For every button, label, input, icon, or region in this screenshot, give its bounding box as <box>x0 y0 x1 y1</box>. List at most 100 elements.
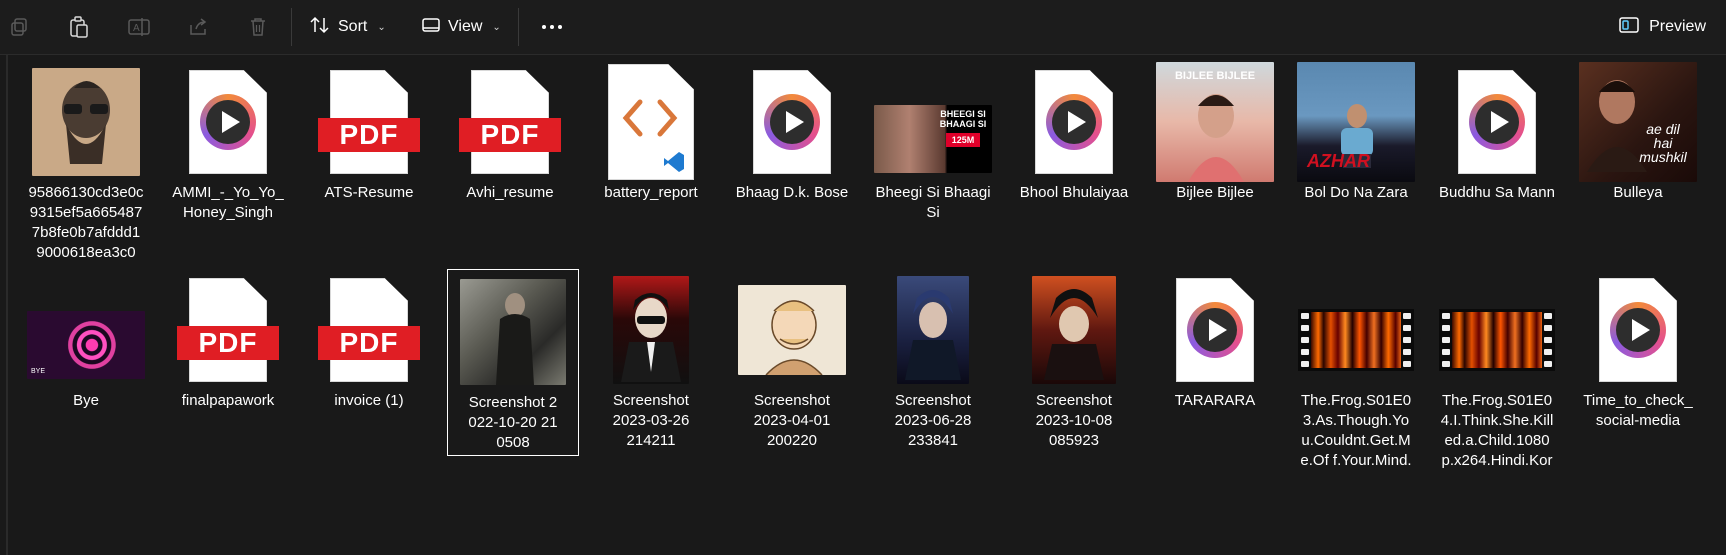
file-thumbnail: BIJLEE BIJLEE <box>1156 60 1274 184</box>
file-thumbnail: AZHAR <box>1297 60 1415 184</box>
preview-pane-button[interactable]: Preview <box>1619 10 1706 44</box>
file-name: Bhaag D.k. Bose <box>735 184 849 201</box>
file-name: Bheegi Si Bhaagi Si <box>875 184 991 221</box>
file-name: battery_report <box>604 184 698 201</box>
command-bar: A Sort ⌄ View ⌄ Preview <box>0 0 1726 55</box>
file-name: The.Frog.S01E04.I.Think.She.Killed.a.Chi… <box>1440 392 1554 469</box>
sort-label: Sort <box>338 18 368 35</box>
rename-icon[interactable]: A <box>124 12 154 42</box>
svg-text:A: A <box>133 23 140 34</box>
audio-file-icon <box>1438 60 1556 184</box>
file-item[interactable]: ae dil hai mushkil Bulleya <box>1579 60 1697 203</box>
file-item[interactable]: PDF Avhi_resume <box>451 60 569 203</box>
audio-file-icon <box>733 60 851 184</box>
file-thumbnail <box>27 60 145 184</box>
copy-icon[interactable] <box>4 12 34 42</box>
file-thumbnail: ae dil hai mushkil <box>1579 60 1697 184</box>
file-name: Screenshot 2023-10-08 085923 <box>1035 392 1113 449</box>
file-thumbnail: BHEEGI SI BHAAGI SI 125M <box>874 60 992 184</box>
view-icon <box>422 17 440 38</box>
file-item[interactable]: Buddhu Sa Mann <box>1438 60 1556 203</box>
file-item[interactable]: 95866130cd3e0c9315ef5a6654877b8fe0b7afdd… <box>27 60 145 263</box>
file-thumbnail: BYE <box>27 268 145 392</box>
pdf-badge: PDF <box>318 326 420 360</box>
pdf-badge: PDF <box>318 118 420 152</box>
file-item-selected[interactable]: Screenshot 2022-10-20 210508 <box>447 269 579 456</box>
file-name: 95866130cd3e0c9315ef5a6654877b8fe0b7afdd… <box>28 184 144 261</box>
sort-icon <box>310 16 330 39</box>
html-file-icon <box>592 60 710 184</box>
file-name: Screenshot 2023-06-28 233841 <box>894 392 972 449</box>
file-name: Screenshot 2023-03-26 214211 <box>612 392 690 449</box>
file-item[interactable]: AMMI_-_Yo_Yo_Honey_Singh <box>169 60 287 223</box>
file-item[interactable]: Bhool Bhulaiyaa <box>1015 60 1133 203</box>
file-name: Screenshot 2023-04-01 200220 <box>753 392 831 449</box>
view-button[interactable]: View ⌄ <box>422 10 501 44</box>
file-thumbnail <box>874 268 992 392</box>
file-item[interactable]: The.Frog.S01E04.I.Think.She.Killed.a.Chi… <box>1438 268 1556 471</box>
file-item[interactable]: The.Frog.S01E03.As.Though.You.Couldnt.Ge… <box>1297 268 1415 471</box>
delete-icon[interactable] <box>243 12 273 42</box>
file-item[interactable]: Screenshot 2023-04-01 200220 <box>733 268 851 451</box>
file-thumbnail <box>1015 268 1133 392</box>
file-name: Buddhu Sa Mann <box>1439 184 1555 201</box>
thumbnail-caption: BIJLEE BIJLEE <box>1174 70 1256 82</box>
file-thumbnail <box>733 268 851 392</box>
audio-file-icon <box>1579 268 1697 392</box>
file-item[interactable]: Screenshot 2023-10-08 085923 <box>1015 268 1133 451</box>
file-thumbnail <box>448 270 578 394</box>
thumbnail-caption: BYE <box>31 368 46 375</box>
pdf-file-icon: PDF <box>310 268 428 392</box>
file-item[interactable]: Bhaag D.k. Bose <box>733 60 851 203</box>
video-file-icon <box>1297 268 1415 392</box>
thumbnail-caption: 125M <box>946 133 980 147</box>
file-thumbnail <box>592 268 710 392</box>
file-name: ATS-Resume <box>324 184 414 201</box>
file-item[interactable]: BIJLEE BIJLEE Bijlee Bijlee <box>1156 60 1274 203</box>
file-item[interactable]: Time_to_check_social-media <box>1579 268 1697 431</box>
audio-file-icon <box>169 60 287 184</box>
sort-button[interactable]: Sort ⌄ <box>310 10 386 44</box>
pdf-badge: PDF <box>177 326 279 360</box>
pane-divider <box>6 55 8 555</box>
toolbar-divider <box>291 8 292 46</box>
file-item[interactable]: PDF finalpapawork <box>169 268 287 411</box>
thumbnail-caption: BHEEGI SI BHAAGI SI <box>939 109 987 129</box>
file-name: Bye <box>73 392 99 409</box>
file-name: Bhool Bhulaiyaa <box>1019 184 1129 201</box>
share-icon[interactable] <box>183 12 213 42</box>
thumbnail-caption: ae dil hai mushkil <box>1639 121 1687 165</box>
file-name: Time_to_check_social-media <box>1583 392 1693 429</box>
file-item[interactable]: battery_report <box>592 60 710 203</box>
pdf-file-icon: PDF <box>310 60 428 184</box>
file-item[interactable]: BYE Bye <box>27 268 145 411</box>
file-item[interactable]: PDF invoice (1) <box>310 268 428 411</box>
pdf-file-icon: PDF <box>451 60 569 184</box>
audio-file-icon <box>1156 268 1274 392</box>
paste-icon[interactable] <box>64 12 94 42</box>
toolbar-divider <box>518 8 519 46</box>
file-name: Bulleya <box>1613 184 1663 201</box>
file-item[interactable]: TARARARA <box>1156 268 1274 411</box>
file-item[interactable]: AZHAR Bol Do Na Zara <box>1297 60 1415 203</box>
file-name: Bol Do Na Zara <box>1304 184 1408 201</box>
preview-label: Preview <box>1649 18 1706 35</box>
file-name: finalpapawork <box>181 392 275 409</box>
pdf-file-icon: PDF <box>169 268 287 392</box>
more-options-button[interactable] <box>537 12 567 42</box>
file-name: invoice (1) <box>334 392 404 409</box>
file-item[interactable]: Screenshot 2023-03-26 214211 <box>592 268 710 451</box>
file-name: AMMI_-_Yo_Yo_Honey_Singh <box>172 184 284 221</box>
file-name: Bijlee Bijlee <box>1176 184 1254 201</box>
preview-pane-icon <box>1619 16 1639 39</box>
file-item[interactable]: BHEEGI SI BHAAGI SI 125M Bheegi Si Bhaag… <box>874 60 992 223</box>
chevron-down-icon: ⌄ <box>377 21 386 33</box>
view-label: View <box>448 18 483 35</box>
file-item[interactable]: Screenshot 2023-06-28 233841 <box>874 268 992 451</box>
video-file-icon <box>1438 268 1556 392</box>
chevron-down-icon: ⌄ <box>492 21 501 33</box>
file-name: Avhi_resume <box>466 184 554 201</box>
file-item[interactable]: PDF ATS-Resume <box>310 60 428 203</box>
file-name: TARARARA <box>1174 392 1256 409</box>
file-name: Screenshot 2022-10-20 210508 <box>468 394 558 451</box>
